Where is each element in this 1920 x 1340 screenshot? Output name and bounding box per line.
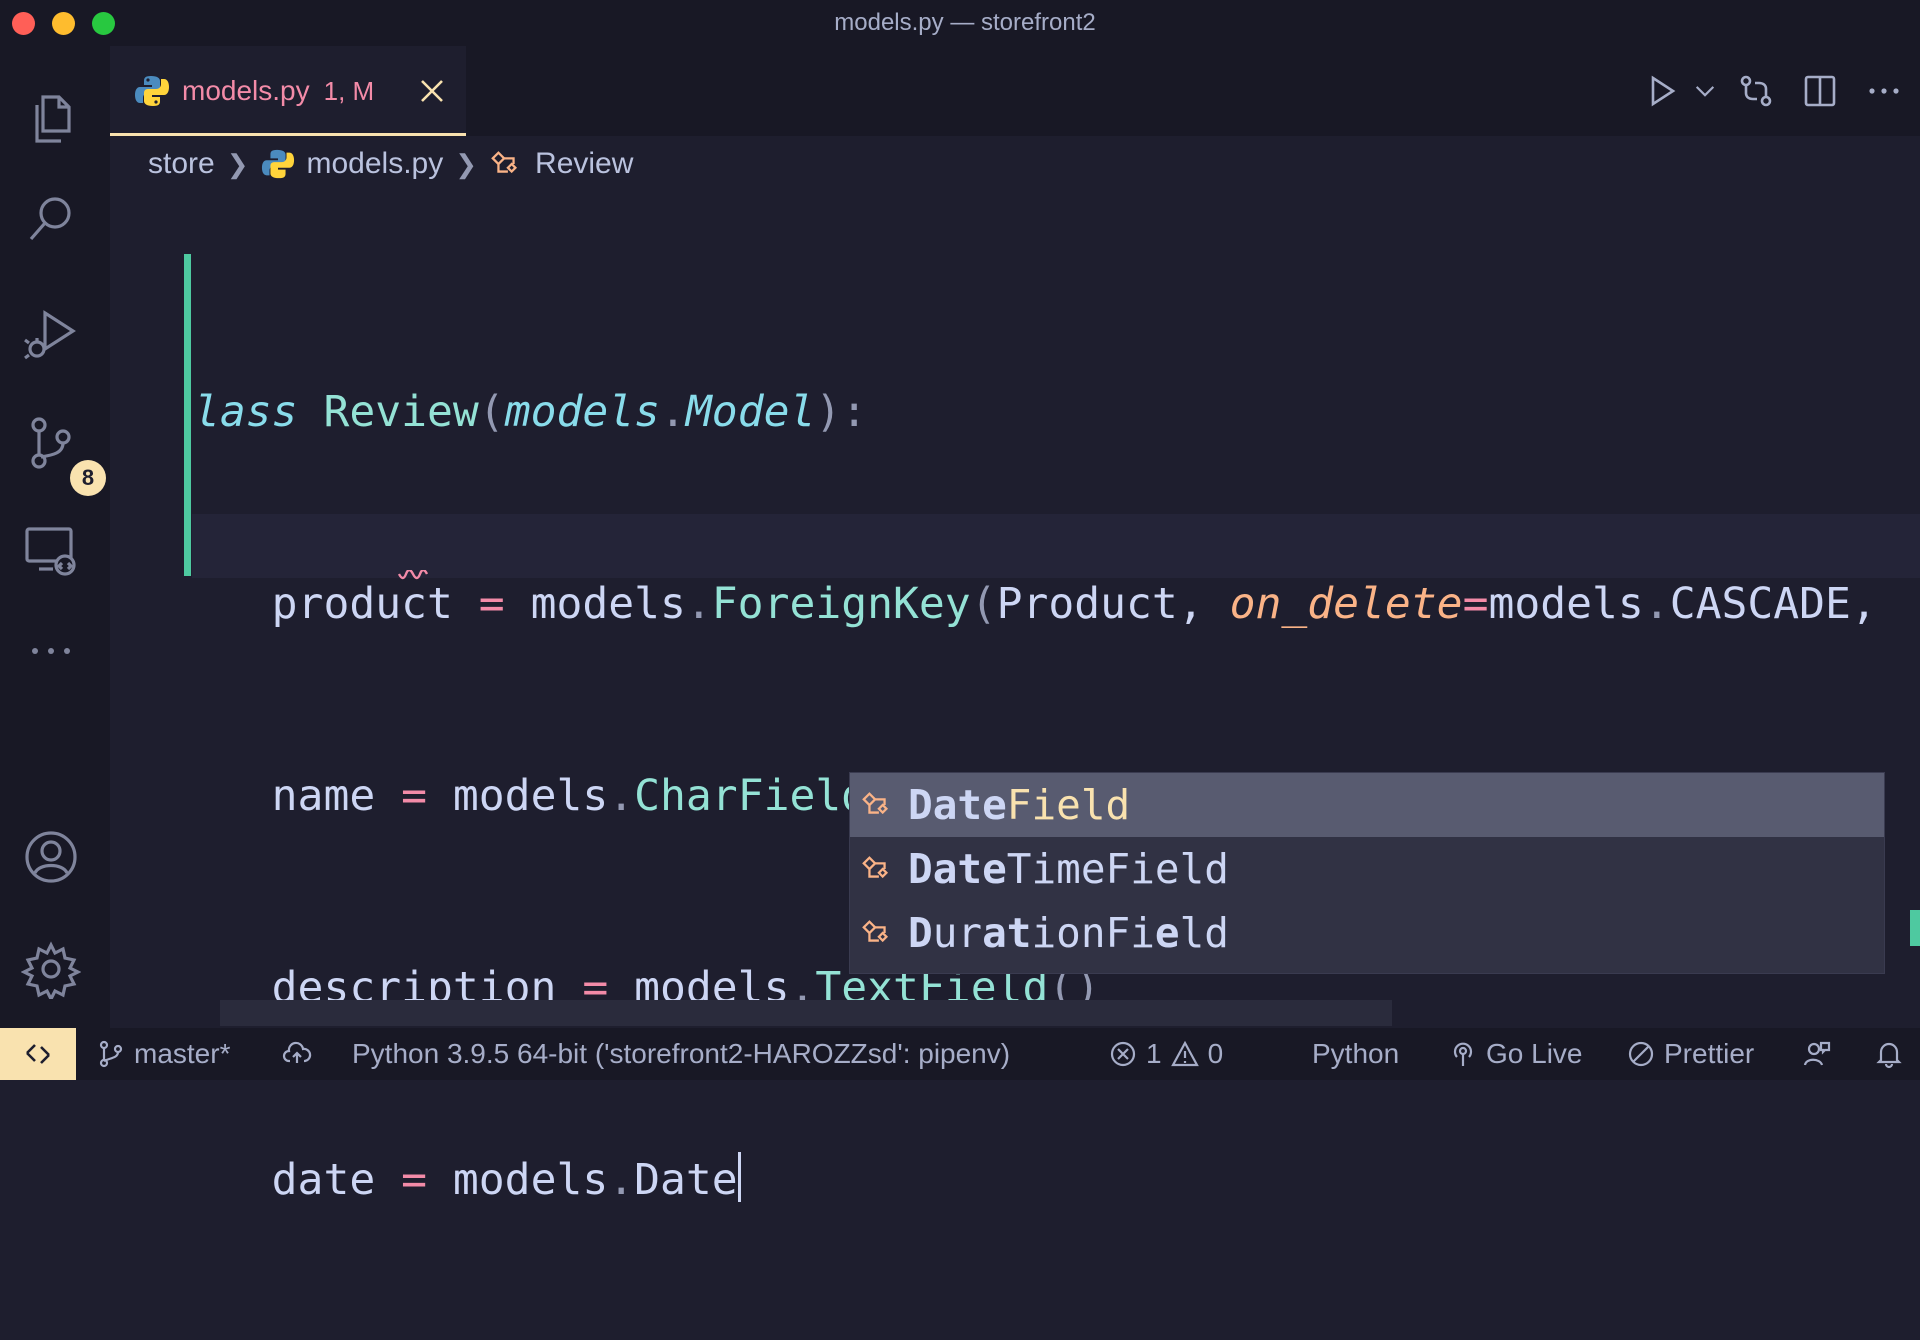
- problems-status[interactable]: 1 0: [1108, 1028, 1223, 1080]
- horizontal-scrollbar[interactable]: [220, 1000, 1392, 1026]
- feedback-icon: [1803, 1041, 1831, 1066]
- git-compare-icon: [1740, 75, 1772, 107]
- editor-tab-bar: models.py 1, M: [110, 46, 1920, 136]
- breadcrumb: store ❯ models.py ❯ Review: [148, 136, 633, 192]
- tab-label: models.py: [182, 75, 310, 106]
- run-debug-button[interactable]: [18, 300, 84, 366]
- error-icon: [1110, 1041, 1136, 1067]
- source-control-icon: [31, 417, 71, 469]
- run-options-dropdown[interactable]: [1690, 63, 1720, 119]
- title-bar: models.py — storefront2: [0, 0, 1920, 46]
- bell-icon: [1876, 1042, 1902, 1069]
- code-editor[interactable]: lass Review(models.Model): product = mod…: [110, 192, 1920, 1205]
- cloud-upload-icon: [282, 1041, 312, 1063]
- remote-explorer-button[interactable]: [18, 518, 84, 584]
- error-count: 1: [1146, 1038, 1162, 1069]
- remote-explorer-icon: [25, 527, 76, 576]
- source-control-button[interactable]: 8: [18, 410, 106, 496]
- gear-icon: [21, 941, 81, 999]
- files-icon: [35, 95, 71, 143]
- code-line: product = models.ForeignKey(Product, on_…: [271, 579, 1877, 629]
- maximize-window-button[interactable]: [92, 12, 115, 35]
- go-live-button[interactable]: Go Live: [1448, 1028, 1583, 1080]
- more-actions-button[interactable]: [1856, 63, 1912, 119]
- minimize-window-button[interactable]: [52, 12, 75, 35]
- autocomplete-label: DurationField: [908, 909, 1229, 957]
- class-symbol-icon: [862, 920, 889, 943]
- autocomplete-item[interactable]: DateTimeField: [850, 837, 1884, 901]
- sync-changes-button[interactable]: [282, 1028, 320, 1080]
- remote-icon: [26, 1044, 50, 1064]
- autocomplete-label: DateField: [908, 781, 1131, 829]
- play-icon: [1651, 75, 1676, 107]
- search-button[interactable]: [18, 186, 84, 252]
- autocomplete-widget: DateField DateTimeField DurationField: [849, 772, 1885, 974]
- open-changes-button[interactable]: [1728, 63, 1784, 119]
- settings-button[interactable]: [18, 936, 84, 1002]
- breadcrumb-folder[interactable]: store: [148, 147, 215, 181]
- git-branch-status[interactable]: master*: [96, 1028, 230, 1080]
- text-cursor: [737, 1152, 741, 1202]
- tab-models-py[interactable]: models.py 1, M: [110, 46, 466, 136]
- window-controls: [12, 12, 115, 35]
- class-symbol-icon: [491, 151, 518, 174]
- notifications-button[interactable]: [1874, 1028, 1912, 1080]
- autocomplete-item[interactable]: DateField: [850, 773, 1884, 837]
- feedback-button[interactable]: [1802, 1028, 1840, 1080]
- more-views-button[interactable]: [18, 618, 84, 684]
- status-bar: master* Python 3.9.5 64-bit ('storefront…: [0, 1028, 1920, 1080]
- code-line: lass Review(models.Model):: [194, 387, 868, 437]
- remote-indicator-button[interactable]: [0, 1028, 76, 1080]
- close-icon[interactable]: [417, 76, 447, 106]
- git-branch-label: master*: [134, 1038, 231, 1069]
- chevron-right-icon: ❯: [226, 148, 249, 179]
- language-mode-status[interactable]: Python: [1312, 1028, 1399, 1080]
- explorer-button[interactable]: [18, 86, 84, 152]
- breadcrumb-symbol[interactable]: Review: [535, 147, 633, 181]
- split-editor-button[interactable]: [1792, 63, 1848, 119]
- run-debug-icon: [24, 310, 76, 360]
- git-branch-icon: [99, 1040, 123, 1068]
- git-change-indicator: [184, 254, 191, 576]
- python-file-icon: [261, 149, 294, 179]
- scrollbar-change-marker: [1910, 910, 1920, 946]
- ellipsis-icon: [1869, 88, 1899, 94]
- prettier-status[interactable]: Prettier: [1626, 1028, 1754, 1080]
- editor-actions: [1634, 46, 1920, 136]
- accounts-button[interactable]: [18, 824, 84, 890]
- window-title: models.py — storefront2: [834, 9, 1096, 36]
- chevron-right-icon: ❯: [455, 148, 478, 179]
- broadcast-icon: [1453, 1042, 1473, 1066]
- breadcrumb-file[interactable]: models.py: [307, 147, 444, 181]
- account-icon: [25, 831, 77, 883]
- autocomplete-label: DateTimeField: [908, 845, 1229, 893]
- tab-status: 1, M: [323, 75, 375, 106]
- code-line: date = models.Date: [194, 1148, 1877, 1212]
- close-window-button[interactable]: [12, 12, 35, 35]
- source-control-badge: 8: [70, 460, 106, 496]
- python-interpreter-status[interactable]: Python 3.9.5 64-bit ('storefront2-HAROZZ…: [352, 1028, 1010, 1080]
- split-editor-icon: [1804, 75, 1836, 107]
- run-file-button[interactable]: [1634, 63, 1690, 119]
- python-file-icon: [135, 76, 169, 106]
- search-icon: [29, 197, 71, 241]
- activity-bar: 8: [0, 46, 110, 1028]
- autocomplete-item[interactable]: DurationField: [850, 901, 1884, 965]
- chevron-down-icon: [1695, 86, 1715, 97]
- warning-icon: [1170, 1040, 1199, 1067]
- warning-count: 0: [1207, 1038, 1224, 1069]
- prettier-disabled-icon: [1628, 1041, 1654, 1067]
- more-icon: [32, 648, 70, 654]
- class-symbol-icon: [862, 792, 889, 815]
- error-squiggle: [398, 570, 428, 580]
- class-symbol-icon: [862, 856, 889, 879]
